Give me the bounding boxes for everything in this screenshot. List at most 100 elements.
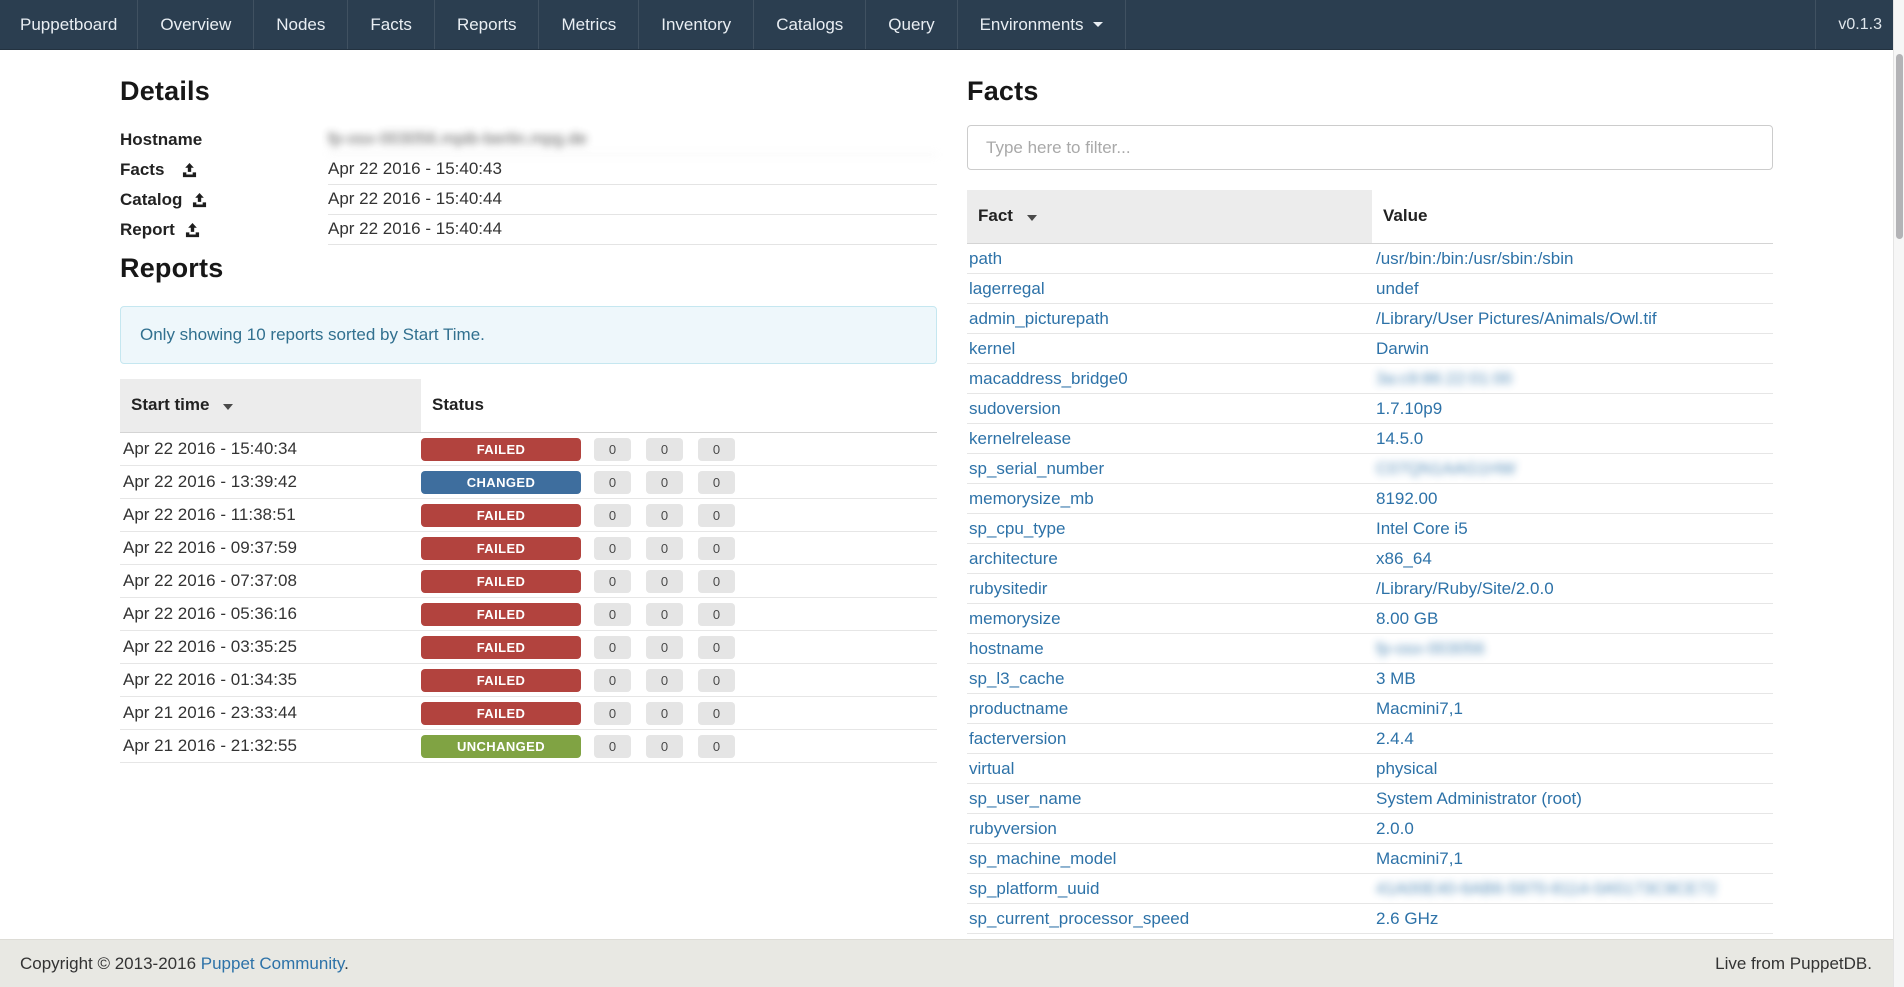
fact-value-link[interactable]: /usr/bin:/bin:/usr/sbin:/sbin — [1376, 249, 1573, 268]
fact-value-link[interactable]: Macmini7,1 — [1376, 849, 1463, 868]
fact-name-link[interactable]: architecture — [969, 549, 1058, 568]
count-badge: 0 — [646, 570, 683, 593]
fact-value-link[interactable]: 8.00 GB — [1376, 609, 1438, 628]
fact-name-link[interactable]: lagerregal — [969, 279, 1045, 298]
navbar: Puppetboard Overview Nodes Facts Reports… — [0, 0, 1904, 50]
nav-item[interactable]: Query — [866, 0, 957, 49]
status-badge: FAILED — [421, 537, 581, 560]
fact-value-link[interactable]: undef — [1376, 279, 1419, 298]
fact-value-link[interactable]: /Library/Ruby/Site/2.0.0 — [1376, 579, 1554, 598]
fact-value-link[interactable]: Darwin — [1376, 339, 1429, 358]
reports-table: Start time Status Apr 22 2016 - 15:40:34… — [120, 379, 937, 763]
facts-filter-input[interactable] — [967, 125, 1773, 170]
count-badge: 0 — [594, 504, 631, 527]
count-badge: 0 — [594, 471, 631, 494]
report-start-time: Apr 22 2016 - 05:36:16 — [120, 604, 421, 624]
fact-row: architecture x86_64 — [967, 544, 1773, 574]
fact-value-link[interactable]: 8192.00 — [1376, 489, 1437, 508]
nav-item[interactable]: Reports — [435, 0, 540, 49]
fact-value-link[interactable]: 3 MB — [1376, 669, 1416, 688]
fact-name-link[interactable]: virtual — [969, 759, 1014, 778]
nav-item-environments-dropdown[interactable]: Environments — [958, 0, 1126, 49]
fact-name-link[interactable]: kernelrelease — [969, 429, 1071, 448]
fact-value-link[interactable]: 1.7.10p9 — [1376, 399, 1442, 418]
fact-name-link[interactable]: sudoversion — [969, 399, 1061, 418]
fact-value-link[interactable]: 2.4.4 — [1376, 729, 1414, 748]
nav-item[interactable]: Nodes — [254, 0, 348, 49]
details-title: Details — [120, 76, 937, 107]
fact-value-link[interactable]: 2.6 GHz — [1376, 909, 1438, 928]
details-row-value: Apr 22 2016 - 15:40:43 — [328, 155, 937, 185]
nav-item[interactable]: Inventory — [639, 0, 754, 49]
fact-row: virtual physical — [967, 754, 1773, 784]
fact-name-link[interactable]: kernel — [969, 339, 1015, 358]
fact-value-link[interactable]: 3a:c9:86:22:01:00 — [1376, 369, 1512, 388]
fact-name-link[interactable]: sp_machine_model — [969, 849, 1116, 868]
fact-name-link[interactable]: macaddress_bridge0 — [969, 369, 1128, 388]
fact-name-link[interactable]: sp_current_processor_speed — [969, 909, 1189, 928]
fact-name-link[interactable]: facterversion — [969, 729, 1066, 748]
fact-value-link[interactable]: x86_64 — [1376, 549, 1432, 568]
fact-name-link[interactable]: rubyversion — [969, 819, 1057, 838]
fact-value-link[interactable]: fp-osx-003056 — [1376, 639, 1485, 658]
count-badge: 0 — [698, 603, 735, 626]
details-row: Hostname fp-osx-003056.mpib-berlin.mpg.d… — [120, 125, 937, 155]
fact-name-link[interactable]: sp_platform_uuid — [969, 879, 1099, 898]
nav-item[interactable]: Catalogs — [754, 0, 866, 49]
fact-value-link[interactable]: System Administrator (root) — [1376, 789, 1582, 808]
count-badge: 0 — [594, 669, 631, 692]
upload-icon[interactable] — [185, 223, 200, 238]
nav-item[interactable]: Facts — [348, 0, 435, 49]
facts-column-header-value[interactable]: Value — [1372, 190, 1773, 243]
fact-name-link[interactable]: admin_picturepath — [969, 309, 1109, 328]
fact-value-link[interactable]: 14.5.0 — [1376, 429, 1423, 448]
navbar-brand[interactable]: Puppetboard — [0, 0, 138, 49]
upload-icon[interactable] — [182, 163, 197, 178]
reports-info-alert: Only showing 10 reports sorted by Start … — [120, 306, 937, 364]
status-badge: FAILED — [421, 669, 581, 692]
count-badge: 0 — [698, 504, 735, 527]
fact-name-link[interactable]: memorysize — [969, 609, 1061, 628]
details-table: Hostname fp-osx-003056.mpib-berlin.mpg.d… — [120, 125, 937, 245]
fact-name-link[interactable]: productname — [969, 699, 1068, 718]
reports-title: Reports — [120, 253, 937, 284]
fact-row: sp_serial_number C07QN1AAG1HW — [967, 454, 1773, 484]
facts-column-header-fact[interactable]: Fact — [967, 190, 1372, 243]
count-badge: 0 — [594, 702, 631, 725]
fact-row: productname Macmini7,1 — [967, 694, 1773, 724]
count-badge: 0 — [698, 702, 735, 725]
fact-name-link[interactable]: sp_serial_number — [969, 459, 1104, 478]
details-row: Facts Apr 22 2016 - 15:40:43 — [120, 155, 937, 185]
upload-icon[interactable] — [192, 193, 207, 208]
fact-value-link[interactable]: physical — [1376, 759, 1437, 778]
fact-name-link[interactable]: rubysitedir — [969, 579, 1047, 598]
fact-name-link[interactable]: sp_l3_cache — [969, 669, 1064, 688]
fact-value-link[interactable]: 2.0.0 — [1376, 819, 1414, 838]
count-badge: 0 — [594, 438, 631, 461]
facts-title: Facts — [967, 76, 1773, 107]
fact-name-link[interactable]: path — [969, 249, 1002, 268]
status-badge: FAILED — [421, 702, 581, 725]
fact-name-link[interactable]: sp_cpu_type — [969, 519, 1065, 538]
scrollbar-track[interactable] — [1893, 0, 1904, 987]
fact-row: sp_platform_uuid 41A00E40-6AB6-5970-8114… — [967, 874, 1773, 904]
fact-value-link[interactable]: 41A00E40-6AB6-5970-8114-0A5173C9CE72 — [1376, 879, 1717, 898]
puppet-community-link[interactable]: Puppet Community — [201, 954, 344, 973]
fact-name-link[interactable]: memorysize_mb — [969, 489, 1094, 508]
fact-value-link[interactable]: Intel Core i5 — [1376, 519, 1468, 538]
nav-item[interactable]: Overview — [138, 0, 254, 49]
nav-item[interactable]: Metrics — [539, 0, 639, 49]
navbar-spacer — [1126, 0, 1816, 49]
fact-name-link[interactable]: hostname — [969, 639, 1044, 658]
fact-value-link[interactable]: C07QN1AAG1HW — [1376, 459, 1516, 478]
scrollbar-thumb[interactable] — [1896, 54, 1903, 239]
fact-name-link[interactable]: sp_user_name — [969, 789, 1081, 808]
report-row: Apr 22 2016 - 07:37:08 FAILED 0 0 0 — [120, 565, 937, 598]
count-badge: 0 — [698, 570, 735, 593]
reports-column-header-status[interactable]: Status — [421, 379, 937, 432]
fact-value-link[interactable]: Macmini7,1 — [1376, 699, 1463, 718]
reports-column-header-start-time[interactable]: Start time — [120, 379, 421, 432]
count-badge: 0 — [698, 669, 735, 692]
fact-value-link[interactable]: /Library/User Pictures/Animals/Owl.tif — [1376, 309, 1657, 328]
sort-desc-icon — [223, 404, 233, 410]
